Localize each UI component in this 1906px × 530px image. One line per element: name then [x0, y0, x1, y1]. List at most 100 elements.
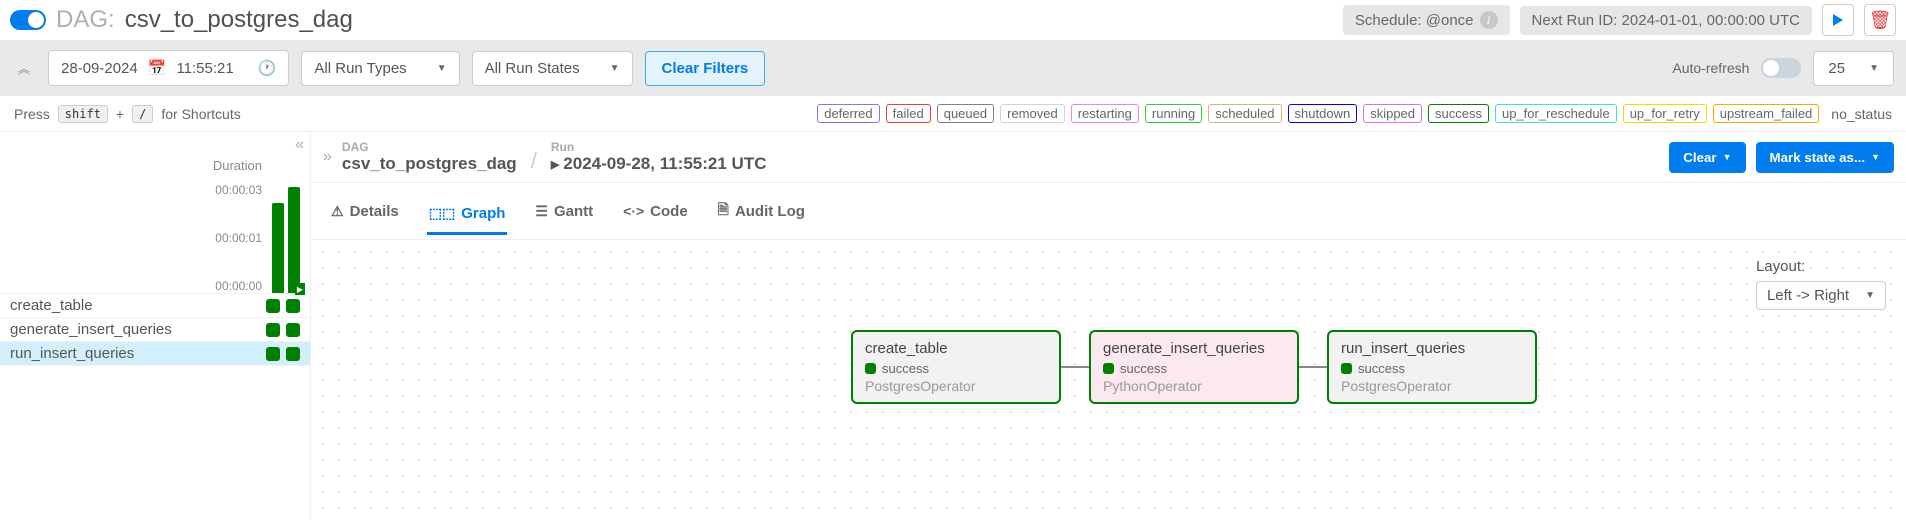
bc-dag-value: csv_to_postgres_dag: [342, 154, 517, 174]
chevron-down-icon: ▼: [1869, 63, 1879, 74]
run-types-label: All Run Types: [314, 60, 406, 77]
duration-label: Duration: [0, 158, 310, 173]
shortcut-plus: +: [116, 106, 124, 122]
delete-dag-button[interactable]: 🗑: [1864, 4, 1896, 36]
run-marker-icon[interactable]: ▶: [295, 283, 305, 295]
task-row[interactable]: generate_insert_queries: [0, 318, 310, 342]
task-list: create_table generate_insert_queries run_i…: [0, 293, 310, 366]
bar-run-2[interactable]: [288, 187, 300, 293]
status-tag-deferred[interactable]: deferred: [817, 104, 879, 123]
node-title: create_table: [865, 340, 1047, 357]
status-tag-removed[interactable]: removed: [1000, 104, 1065, 123]
chevron-down-icon: ▼: [437, 63, 447, 74]
next-run-label: Next Run ID: 2024-01-01, 00:00:00 UTC: [1532, 12, 1800, 29]
tab-graph[interactable]: ⬚⬚Graph: [427, 199, 508, 235]
tick-0: 00:00:03: [215, 183, 262, 197]
task-row[interactable]: create_table: [0, 294, 310, 318]
task-status-squares: [266, 347, 300, 361]
status-tag-upstream_failed[interactable]: upstream_failed: [1713, 104, 1820, 123]
status-tag-running[interactable]: running: [1145, 104, 1202, 123]
status-square[interactable]: [266, 299, 280, 313]
bc-dag-label: DAG: [342, 140, 517, 154]
status-square[interactable]: [286, 347, 300, 361]
task-row[interactable]: run_insert_queries: [0, 342, 310, 366]
duration-chart: 00:00:03 00:00:01 00:00:00 ▶: [0, 183, 310, 293]
shortcut-suffix: for Shortcuts: [161, 106, 240, 122]
main-area: « Duration 00:00:03 00:00:01 00:00:00 ▶ …: [0, 131, 1906, 520]
tab-audit-log[interactable]: 🗎Audit Log: [716, 193, 807, 229]
tick-1: 00:00:01: [215, 231, 262, 245]
tab-details[interactable]: ⚠Details: [329, 197, 401, 226]
clear-filters-button[interactable]: Clear Filters: [645, 51, 766, 86]
tab-code[interactable]: <·>Code: [621, 197, 690, 226]
schedule-label: Schedule: @once: [1355, 12, 1474, 29]
breadcrumb-dag[interactable]: DAG csv_to_postgres_dag: [342, 140, 517, 174]
status-tag-restarting[interactable]: restarting: [1071, 104, 1139, 123]
breadcrumb-row: » DAG csv_to_postgres_dag / Run ▶ 2024-0…: [311, 132, 1906, 183]
next-run-pill[interactable]: Next Run ID: 2024-01-01, 00:00:00 UTC: [1520, 6, 1812, 35]
kbd-slash: /: [132, 105, 153, 123]
date-filter[interactable]: 28-09-2024 📅 11:55:21 🕐: [48, 50, 289, 86]
status-tag-scheduled[interactable]: scheduled: [1208, 104, 1281, 123]
shortcut-prefix: Press: [14, 106, 50, 122]
bc-run-label: Run: [551, 140, 767, 154]
tick-2: 00:00:00: [215, 279, 262, 293]
node-status: success: [865, 361, 1047, 376]
duration-bars: [272, 183, 300, 293]
dag-header: DAG: csv_to_postgres_dag Schedule: @once…: [0, 0, 1906, 40]
sidebar: « Duration 00:00:03 00:00:01 00:00:00 ▶ …: [0, 132, 310, 520]
schedule-pill[interactable]: Schedule: @once i: [1343, 5, 1510, 35]
status-square[interactable]: [286, 299, 300, 313]
trigger-dag-button[interactable]: [1822, 4, 1854, 36]
time-value: 11:55:21: [176, 60, 233, 77]
bar-run-1[interactable]: [272, 203, 284, 293]
task-name: create_table: [10, 297, 93, 314]
graph-edge: [1299, 366, 1327, 368]
status-square[interactable]: [266, 323, 280, 337]
status-tag-shutdown[interactable]: shutdown: [1288, 104, 1358, 123]
status-dot-icon: [1341, 363, 1352, 374]
node-operator: PostgresOperator: [1341, 378, 1523, 394]
file-icon: 🗎: [718, 199, 729, 223]
graph-node[interactable]: run_insert_queriessuccessPostgresOperato…: [1327, 330, 1537, 404]
tabs: ⚠Details ⬚⬚Graph ☰Gantt <·>Code 🗎Audit L…: [311, 183, 1906, 240]
clear-button[interactable]: Clear▼: [1669, 142, 1745, 173]
breadcrumb-run[interactable]: Run ▶ 2024-09-28, 11:55:21 UTC: [551, 140, 767, 174]
chevron-down-icon: ▼: [1865, 290, 1875, 301]
node-operator: PostgresOperator: [865, 378, 1047, 394]
status-tag-up_for_reschedule[interactable]: up_for_reschedule: [1495, 104, 1617, 123]
legend-row: Press shift + / for Shortcuts deferredfa…: [0, 96, 1906, 131]
run-states-select[interactable]: All Run States ▼: [472, 51, 633, 86]
expand-content-icon[interactable]: »: [323, 148, 332, 166]
status-tag-success[interactable]: success: [1428, 104, 1489, 123]
graph-node[interactable]: generate_insert_queriessuccessPythonOper…: [1089, 330, 1299, 404]
gantt-icon: ☰: [535, 203, 548, 220]
layout-select[interactable]: Left -> Right ▼: [1756, 281, 1886, 310]
dag-title-label: DAG:: [56, 6, 115, 34]
status-square[interactable]: [266, 347, 280, 361]
task-name: run_insert_queries: [10, 345, 134, 362]
status-tag-up_for_retry[interactable]: up_for_retry: [1623, 104, 1707, 123]
dag-enable-toggle[interactable]: [10, 10, 46, 30]
run-states-label: All Run States: [485, 60, 580, 77]
collapse-up-icon[interactable]: ︽: [12, 60, 36, 77]
mark-state-button[interactable]: Mark state as...▼: [1756, 142, 1895, 173]
page-size-select[interactable]: 25 ▼: [1813, 51, 1894, 86]
collapse-sidebar-icon[interactable]: «: [295, 136, 304, 154]
tab-gantt[interactable]: ☰Gantt: [533, 197, 595, 226]
status-tag-failed[interactable]: failed: [886, 104, 931, 123]
status-square[interactable]: [286, 323, 300, 337]
info-icon[interactable]: i: [1480, 11, 1498, 29]
node-status: success: [1341, 361, 1523, 376]
clock-icon: 🕐: [258, 59, 277, 77]
graph-node[interactable]: create_tablesuccess PostgresOperator: [851, 330, 1061, 404]
node-title: generate_insert_queries: [1103, 340, 1285, 357]
graph-canvas[interactable]: Layout: Left -> Right ▼ create_tablesucc…: [311, 240, 1906, 520]
run-types-select[interactable]: All Run Types ▼: [301, 51, 459, 86]
filter-bar: ︽ 28-09-2024 📅 11:55:21 🕐 All Run Types …: [0, 40, 1906, 96]
status-tag-queued[interactable]: queued: [937, 104, 994, 123]
auto-refresh-toggle[interactable]: [1761, 58, 1801, 78]
bc-run-value: ▶ 2024-09-28, 11:55:21 UTC: [551, 154, 767, 174]
status-tag-skipped[interactable]: skipped: [1363, 104, 1422, 123]
dag-title-name: csv_to_postgres_dag: [125, 6, 353, 34]
